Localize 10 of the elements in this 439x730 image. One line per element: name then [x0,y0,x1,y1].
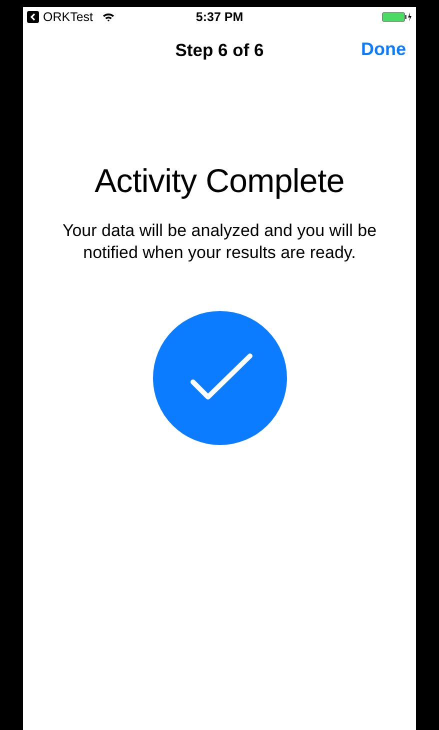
completion-title: Activity Complete [94,162,344,200]
battery-icon [382,12,412,22]
back-icon[interactable] [27,11,39,23]
checkmark-circle-icon [152,311,286,445]
completion-message: Your data will be analyzed and you will be notified when your results are ready. [61,220,378,264]
back-app-label[interactable]: ORKTest [43,10,94,24]
wifi-icon [102,12,116,22]
nav-title: Step 6 of 6 [175,40,264,60]
status-time: 5:37 PM [196,10,244,24]
done-button[interactable]: Done [357,37,410,62]
